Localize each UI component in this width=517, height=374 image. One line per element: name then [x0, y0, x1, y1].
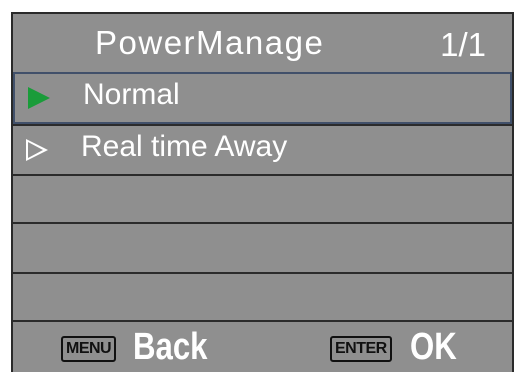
menu-item-label: Real time Away — [81, 130, 288, 163]
selected-arrow-icon — [28, 87, 50, 109]
menu-item-empty — [13, 222, 512, 272]
page-indicator: 1/1 — [440, 26, 486, 63]
menu-item-real-time-away[interactable]: Real time Away — [13, 124, 512, 174]
ok-label: OK — [410, 326, 457, 368]
menu-item-label: Normal — [83, 78, 180, 111]
enter-key-icon[interactable]: ENTER — [330, 336, 392, 362]
menu-header: PowerManage 1/1 — [13, 14, 512, 74]
back-label: Back — [133, 326, 208, 368]
unselected-arrow-icon — [26, 139, 48, 161]
menu-item-empty — [13, 174, 512, 222]
page-title: PowerManage — [95, 24, 325, 61]
menu-item-empty — [13, 272, 512, 320]
menu-item-normal[interactable]: Normal — [13, 72, 512, 124]
camera-menu-screen: PowerManage 1/1 Normal Real time Away ME… — [11, 12, 514, 372]
button-hint-bar: MENU Back ENTER OK — [13, 320, 512, 374]
menu-key-icon[interactable]: MENU — [61, 336, 117, 362]
